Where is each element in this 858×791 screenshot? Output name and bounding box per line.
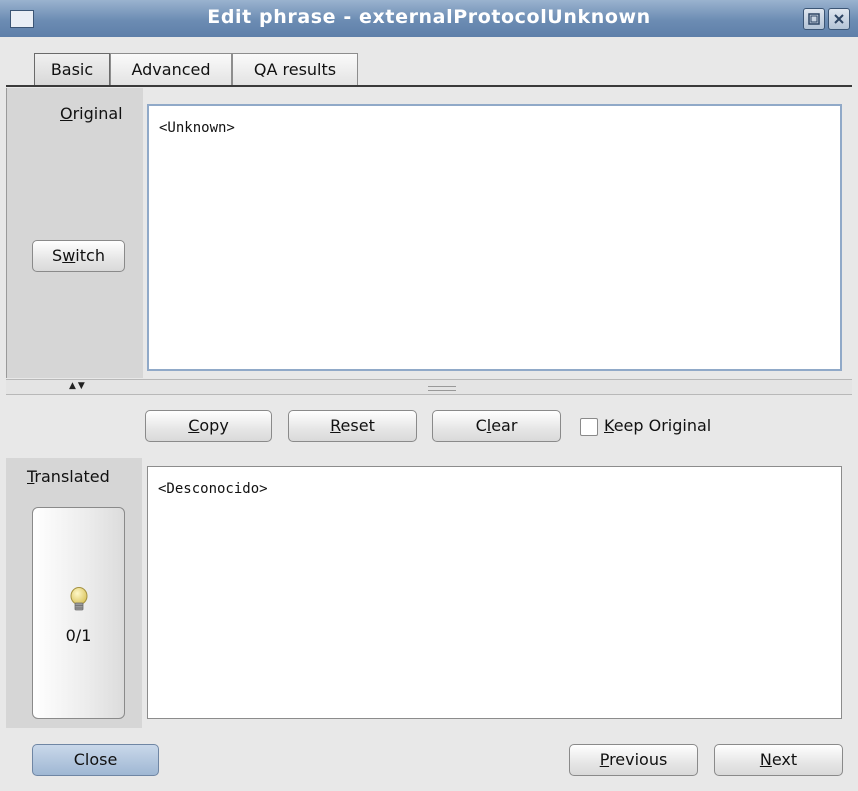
- original-text: <Unknown>: [159, 120, 235, 136]
- translated-label: Translated: [27, 467, 110, 486]
- tab-advanced[interactable]: Advanced: [110, 53, 232, 85]
- tab-basic-label: Basic: [50, 60, 94, 79]
- title-bar[interactable]: Edit phrase - externalProtocolUnknown: [0, 0, 858, 38]
- maximize-button[interactable]: [803, 8, 825, 30]
- next-button[interactable]: Next: [714, 744, 843, 776]
- keep-original-checkbox[interactable]: [580, 418, 598, 436]
- tab-qa-results[interactable]: QA results: [232, 53, 358, 85]
- suggestions-button[interactable]: 0/1: [32, 507, 125, 719]
- splitter-arrows-icon[interactable]: ▲▼: [69, 381, 87, 391]
- close-window-button[interactable]: [828, 8, 850, 30]
- tab-basic[interactable]: Basic: [34, 53, 110, 85]
- translated-text-area[interactable]: <Desconocido>: [147, 466, 842, 719]
- translated-text: <Desconocido>: [158, 481, 268, 497]
- tab-qa-results-label: QA results: [253, 60, 337, 79]
- close-button[interactable]: Close: [32, 744, 159, 776]
- window-title: Edit phrase - externalProtocolUnknown: [207, 6, 651, 28]
- original-text-area[interactable]: <Unknown>: [147, 104, 842, 371]
- tab-advanced-label: Advanced: [131, 60, 211, 79]
- original-left-panel: [6, 88, 143, 378]
- close-icon: [834, 14, 844, 24]
- lightbulb-icon: [70, 587, 88, 611]
- suggestion-count: 0/1: [65, 626, 92, 645]
- maximize-icon: [808, 13, 820, 25]
- tab-divider: [6, 85, 852, 87]
- clear-button[interactable]: Clear: [432, 410, 561, 442]
- previous-button[interactable]: Previous: [569, 744, 698, 776]
- reset-button[interactable]: Reset: [288, 410, 417, 442]
- splitter-grip-icon[interactable]: [428, 386, 456, 391]
- keep-original-label[interactable]: Keep Original: [604, 416, 711, 435]
- panel-splitter[interactable]: ▲▼: [6, 379, 852, 395]
- original-label: Original: [60, 104, 123, 123]
- edit-phrase-window: Edit phrase - externalProtocolUnknown Ba…: [0, 0, 858, 791]
- switch-button[interactable]: Switch: [32, 240, 125, 272]
- copy-button[interactable]: Copy: [145, 410, 272, 442]
